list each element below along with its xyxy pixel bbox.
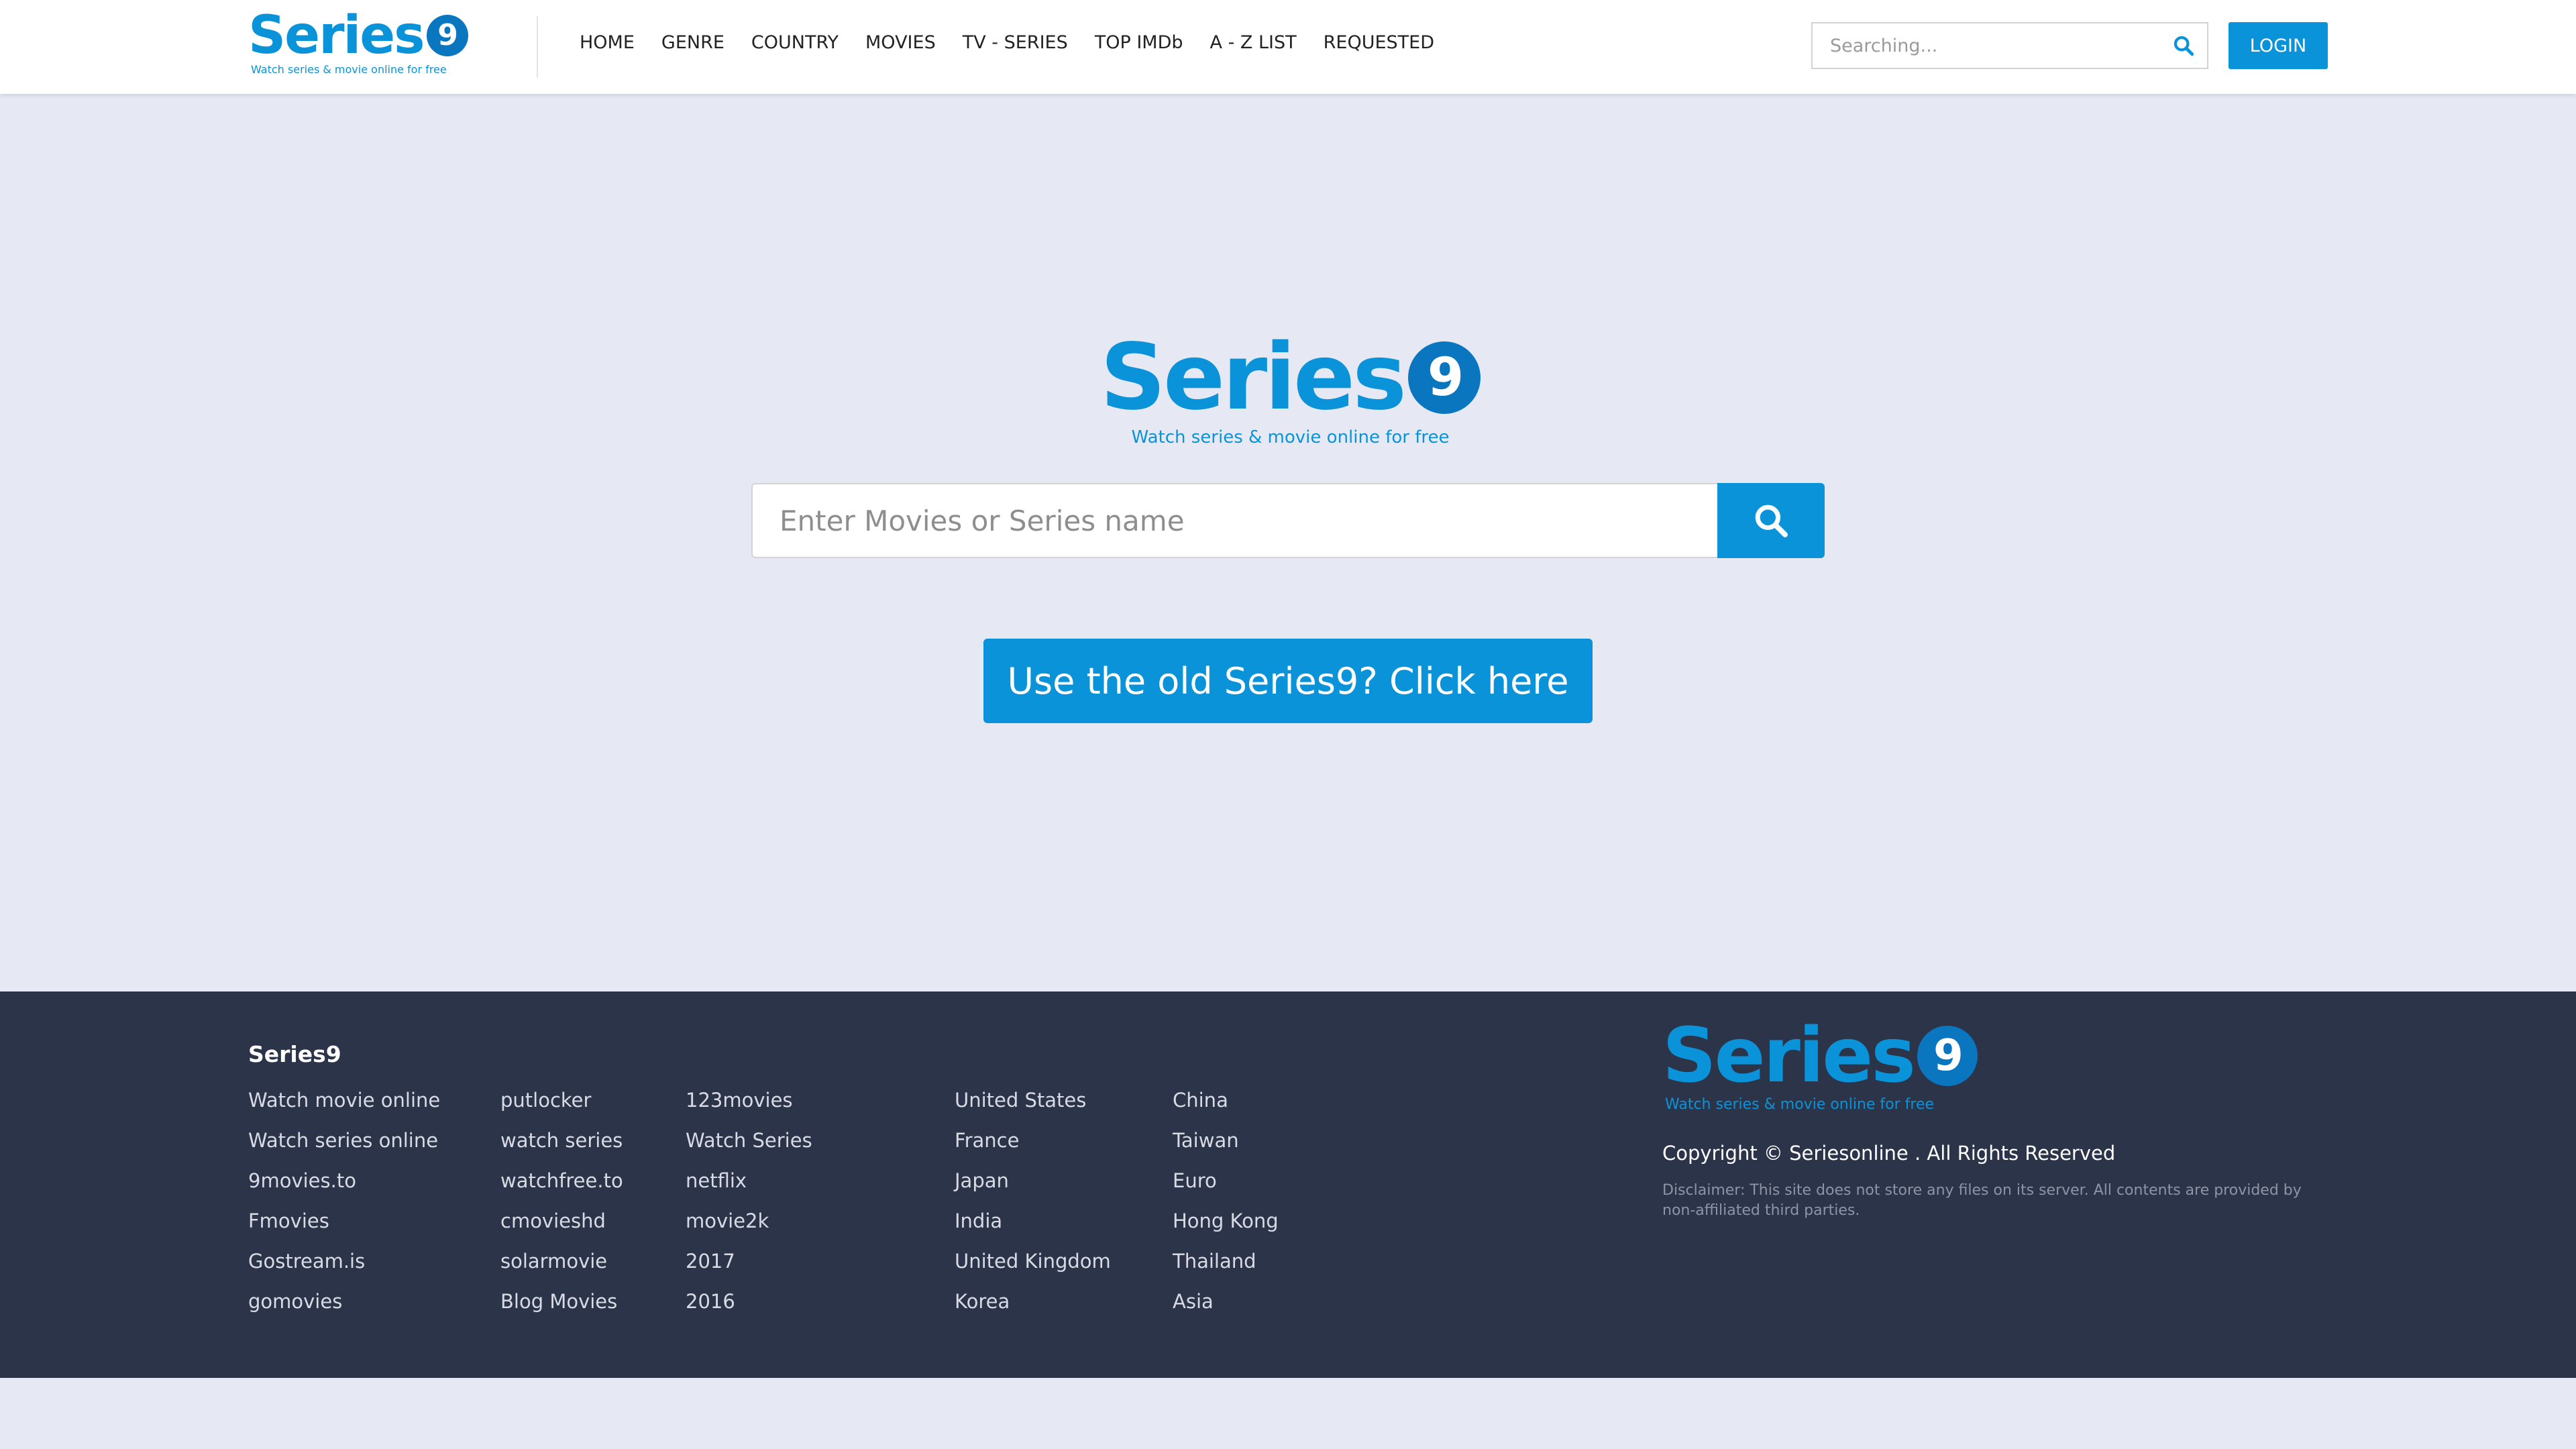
search-icon	[2174, 36, 2194, 56]
footer-country-link[interactable]: France	[955, 1120, 1111, 1161]
hero-search-button[interactable]	[1717, 483, 1825, 558]
footer-country-link[interactable]: Thailand	[1173, 1241, 1279, 1281]
header-divider	[537, 16, 538, 78]
footer-links-column-3: 123movies Watch Series netflix movie2k 2…	[686, 1080, 812, 1322]
nav-movies[interactable]: MOVIES	[865, 32, 936, 53]
header-search-input[interactable]	[1813, 35, 2160, 56]
logo-wordmark: Series 9	[1100, 332, 1481, 423]
nav-genre[interactable]: GENRE	[661, 32, 724, 53]
footer-link[interactable]: Blog Movies	[500, 1281, 623, 1322]
footer-country-link[interactable]: Taiwan	[1173, 1120, 1279, 1161]
header-search-box	[1811, 22, 2208, 69]
disclaimer-text: Disclaimer: This site does not store any…	[1662, 1182, 2302, 1219]
footer-link[interactable]: Watch Series	[686, 1120, 812, 1161]
footer-link[interactable]: 2016	[686, 1281, 812, 1322]
hero-search-input[interactable]	[751, 483, 1717, 558]
search-icon	[1755, 504, 1788, 537]
nav-home[interactable]: HOME	[580, 32, 635, 53]
footer-country-link[interactable]: Hong Kong	[1173, 1201, 1279, 1241]
header-search-button[interactable]	[2160, 23, 2207, 68]
footer-link[interactable]: watchfree.to	[500, 1161, 623, 1201]
footer-link[interactable]: gomovies	[248, 1281, 440, 1322]
footer-link[interactable]: 9movies.to	[248, 1161, 440, 1201]
logo-text: Series	[1662, 1012, 1916, 1099]
footer-link[interactable]: netflix	[686, 1161, 812, 1201]
footer-link[interactable]: Gostream.is	[248, 1241, 440, 1281]
footer-link[interactable]: Watch series online	[248, 1120, 440, 1161]
footer-country-link[interactable]: India	[955, 1201, 1111, 1241]
footer-country-link[interactable]: United Kingdom	[955, 1241, 1111, 1281]
logo-play-nine-icon: 9	[1917, 1026, 1978, 1086]
logo-tagline: Watch series & movie online for free	[1131, 427, 1450, 447]
nav-top-imdb[interactable]: TOP IMDb	[1095, 32, 1183, 53]
logo-text: Series	[248, 5, 425, 66]
footer-link[interactable]: 2017	[686, 1241, 812, 1281]
header-logo[interactable]: Series 9 Watch series & movie online for…	[248, 9, 468, 76]
site-footer: Series9 Watch movie online Watch series …	[0, 991, 2576, 1378]
footer-link[interactable]: 123movies	[686, 1080, 812, 1120]
footer-link[interactable]: putlocker	[500, 1080, 623, 1120]
footer-country-link[interactable]: United States	[955, 1080, 1111, 1120]
nav-requested[interactable]: REQUESTED	[1324, 32, 1434, 53]
logo-tagline: Watch series & movie online for free	[251, 63, 447, 76]
footer-countries-column-1: United States France Japan India United …	[955, 1080, 1111, 1322]
logo-wordmark: Series 9	[1662, 1018, 1978, 1093]
nav-a-z-list[interactable]: A - Z LIST	[1210, 32, 1297, 53]
footer-link[interactable]: movie2k	[686, 1201, 812, 1241]
hero-search-bar	[751, 483, 1825, 558]
footer-logo: Series 9 Watch series & movie online for…	[1662, 1018, 1978, 1113]
footer-country-link[interactable]: Korea	[955, 1281, 1111, 1322]
footer-title: Series9	[248, 1041, 341, 1067]
footer-links-column-1: Watch movie online Watch series online 9…	[248, 1080, 440, 1322]
old-site-button[interactable]: Use the old Series9? Click here	[983, 639, 1593, 723]
logo-wordmark: Series 9	[248, 9, 468, 62]
footer-link[interactable]: cmovieshd	[500, 1201, 623, 1241]
footer-country-link[interactable]: China	[1173, 1080, 1279, 1120]
login-button[interactable]: LOGIN	[2229, 22, 2328, 69]
footer-link[interactable]: Watch movie online	[248, 1080, 440, 1120]
logo-play-nine-icon: 9	[1408, 341, 1481, 414]
footer-link[interactable]: Fmovies	[248, 1201, 440, 1241]
site-header: Series 9 Watch series & movie online for…	[0, 0, 2576, 94]
hero-logo: Series 9 Watch series & movie online for…	[1100, 332, 1481, 447]
nav-tv-series[interactable]: TV - SERIES	[963, 32, 1068, 53]
footer-link[interactable]: solarmovie	[500, 1241, 623, 1281]
footer-country-link[interactable]: Asia	[1173, 1281, 1279, 1322]
footer-links-column-2: putlocker watch series watchfree.to cmov…	[500, 1080, 623, 1322]
logo-play-nine-icon: 9	[426, 15, 468, 56]
footer-country-link[interactable]: Japan	[955, 1161, 1111, 1201]
logo-tagline: Watch series & movie online for free	[1665, 1096, 1935, 1113]
logo-text: Series	[1100, 325, 1407, 431]
footer-link[interactable]: watch series	[500, 1120, 623, 1161]
footer-country-link[interactable]: Euro	[1173, 1161, 1279, 1201]
main-nav: HOME GENRE COUNTRY MOVIES TV - SERIES TO…	[580, 32, 1461, 53]
footer-countries-column-2: China Taiwan Euro Hong Kong Thailand Asi…	[1173, 1080, 1279, 1322]
nav-country[interactable]: COUNTRY	[751, 32, 839, 53]
copyright-text: Copyright © Seriesonline . All Rights Re…	[1662, 1142, 2116, 1165]
